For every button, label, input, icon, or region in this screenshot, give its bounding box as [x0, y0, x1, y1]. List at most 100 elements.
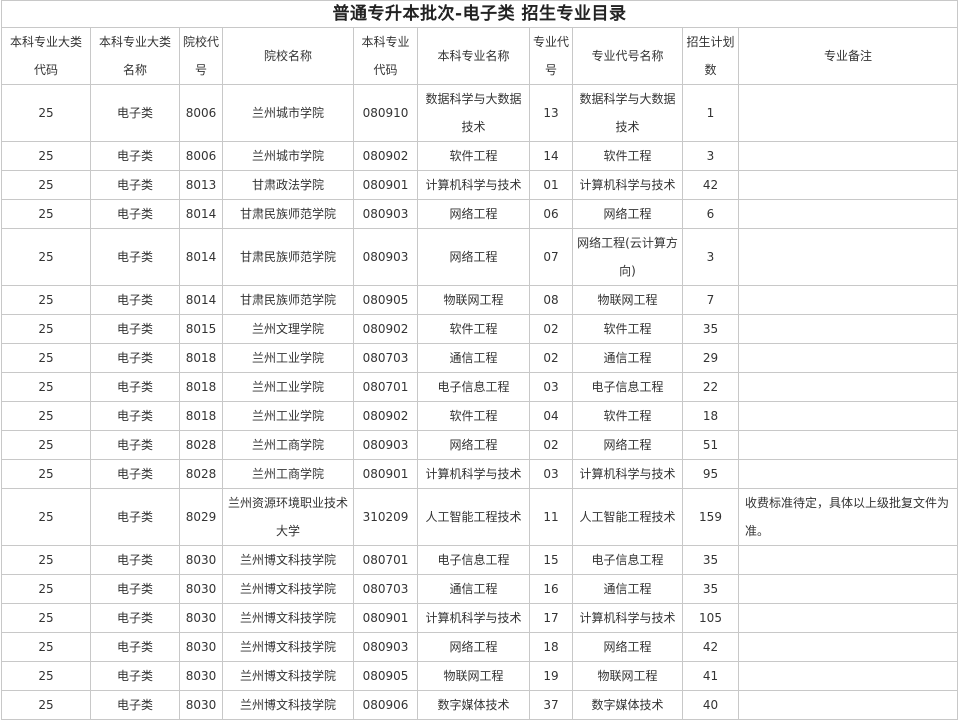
- table-cell: 兰州博文科技学院: [222, 574, 354, 604]
- table-cell: 兰州博文科技学院: [222, 603, 354, 633]
- table-cell: 080903: [353, 632, 418, 662]
- table-cell: 兰州工业学院: [222, 343, 354, 373]
- table-cell: [737, 661, 958, 691]
- table-cell: 37: [529, 690, 573, 720]
- table-cell: 25: [1, 285, 91, 315]
- table-cell: 14: [529, 141, 573, 171]
- table-cell: 软件工程: [417, 141, 530, 171]
- table-row: 25 电子类 8018 兰州工业学院 080703 通信工程 02 通信工程 29: [1, 343, 958, 373]
- table-cell: 8014: [179, 199, 223, 229]
- table-cell: 电子类: [90, 459, 180, 489]
- column-header: 专业代号: [529, 27, 573, 85]
- table-cell: 兰州城市学院: [222, 141, 354, 171]
- column-header: 本科专业代码: [353, 27, 418, 85]
- table-cell: 25: [1, 343, 91, 373]
- table-cell: 电子类: [90, 199, 180, 229]
- table-cell: [737, 430, 958, 460]
- table-cell: 25: [1, 199, 91, 229]
- table-cell: 软件工程: [572, 314, 683, 344]
- table-row: 25 电子类 8006 兰州城市学院 080902 软件工程 14 软件工程 3: [1, 141, 958, 171]
- table-cell: 计算机科学与技术: [417, 603, 530, 633]
- table-cell: 1: [682, 84, 739, 142]
- table-cell: 080902: [353, 401, 418, 431]
- table-cell: 网络工程: [417, 199, 530, 229]
- table-cell: 计算机科学与技术: [572, 170, 683, 200]
- table-cell: 25: [1, 372, 91, 402]
- table-cell: [737, 574, 958, 604]
- table-cell: 甘肃民族师范学院: [222, 228, 354, 286]
- table-cell: 网络工程: [572, 632, 683, 662]
- table-cell: 8013: [179, 170, 223, 200]
- table-cell: 080902: [353, 141, 418, 171]
- table-row: 25 电子类 8030 兰州博文科技学院 080903 网络工程 18 网络工程 42: [1, 632, 958, 662]
- table-cell: 人工智能工程技术: [572, 488, 683, 546]
- table-cell: 8030: [179, 574, 223, 604]
- header-row: 本科专业大类代码 本科专业大类名称 院校代号 院校名称 本科专业代码 本科专业名…: [1, 27, 958, 85]
- table-cell: 35: [682, 545, 739, 575]
- table-row: 25 电子类 8030 兰州博文科技学院 080701 电子信息工程 15 电子信息工程 35: [1, 545, 958, 575]
- table-cell: 8014: [179, 228, 223, 286]
- table-cell: [737, 603, 958, 633]
- table-cell: 08: [529, 285, 573, 315]
- table-cell: 8029: [179, 488, 223, 546]
- table-cell: 25: [1, 632, 91, 662]
- table-cell: 通信工程: [572, 574, 683, 604]
- table-cell: 29: [682, 343, 739, 373]
- table-cell: [737, 401, 958, 431]
- table-cell: 42: [682, 170, 739, 200]
- table-cell: 41: [682, 661, 739, 691]
- table-cell: 电子类: [90, 372, 180, 402]
- table-row: 25 电子类 8029 兰州资源环境职业技术大学 310209 人工智能工程技术 11 人工智…: [1, 488, 958, 546]
- enrollment-catalog-table: 普通专升本批次-电子类 招生专业目录 本科专业大类代码 本科专业大类名称 院校代…: [0, 0, 958, 720]
- table-cell: 51: [682, 430, 739, 460]
- table-cell: 080906: [353, 690, 418, 720]
- table-cell: 13: [529, 84, 573, 142]
- table-cell: 数字媒体技术: [572, 690, 683, 720]
- table-cell: 兰州文理学院: [222, 314, 354, 344]
- table-cell: 35: [682, 314, 739, 344]
- table-cell: 8030: [179, 690, 223, 720]
- table-cell: 人工智能工程技术: [417, 488, 530, 546]
- table-cell: 电子类: [90, 343, 180, 373]
- table-cell: 8006: [179, 141, 223, 171]
- table-cell: [737, 343, 958, 373]
- table-cell: 兰州博文科技学院: [222, 690, 354, 720]
- table-row: 25 电子类 8018 兰州工业学院 080701 电子信息工程 03 电子信息工程 22: [1, 372, 958, 402]
- table-cell: 25: [1, 430, 91, 460]
- table-cell: 06: [529, 199, 573, 229]
- table-cell: 甘肃政法学院: [222, 170, 354, 200]
- table-cell: 02: [529, 430, 573, 460]
- table-row: 25 电子类 8015 兰州文理学院 080902 软件工程 02 软件工程 35: [1, 314, 958, 344]
- table-cell: 080902: [353, 314, 418, 344]
- table-cell: 8030: [179, 545, 223, 575]
- table-cell: 通信工程: [572, 343, 683, 373]
- table-cell: 310209: [353, 488, 418, 546]
- table-cell: 电子类: [90, 228, 180, 286]
- table-cell: 105: [682, 603, 739, 633]
- table-cell: 95: [682, 459, 739, 489]
- table-row: 25 电子类 8018 兰州工业学院 080902 软件工程 04 软件工程 18: [1, 401, 958, 431]
- table-cell: 电子类: [90, 690, 180, 720]
- table-cell: 22: [682, 372, 739, 402]
- table-cell: 电子类: [90, 545, 180, 575]
- table-cell: 02: [529, 343, 573, 373]
- table-cell: 159: [682, 488, 739, 546]
- table-cell: 电子类: [90, 632, 180, 662]
- table-cell: 25: [1, 228, 91, 286]
- table-cell: 04: [529, 401, 573, 431]
- table-cell: 通信工程: [417, 574, 530, 604]
- table-cell: [737, 170, 958, 200]
- table-cell: [737, 545, 958, 575]
- table-cell: 8030: [179, 661, 223, 691]
- table-cell: 25: [1, 84, 91, 142]
- table-cell: 兰州工业学院: [222, 401, 354, 431]
- table-cell: 35: [682, 574, 739, 604]
- table-cell: 网络工程(云计算方向): [572, 228, 683, 286]
- table-cell: 8014: [179, 285, 223, 315]
- column-header: 院校名称: [222, 27, 354, 85]
- table-cell: 兰州博文科技学院: [222, 632, 354, 662]
- table-row: 25 电子类 8006 兰州城市学院 080910 数据科学与大数据技术 13 数据科学与大数…: [1, 84, 958, 142]
- table-cell: 8028: [179, 459, 223, 489]
- table-cell: 11: [529, 488, 573, 546]
- table-cell: 080901: [353, 170, 418, 200]
